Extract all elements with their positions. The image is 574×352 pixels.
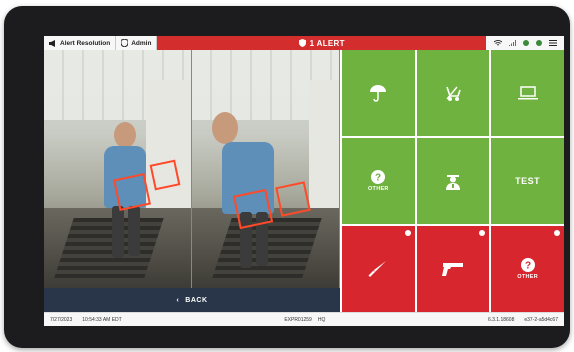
question-icon: ? bbox=[371, 170, 386, 184]
status-version: 6.3.1.18608 bbox=[487, 316, 515, 323]
status-time: 10:54:33 AM EDT bbox=[82, 316, 122, 323]
tile-other-red[interactable]: ? OTHER bbox=[491, 226, 564, 312]
laptop-icon bbox=[517, 86, 538, 100]
flag-indicator bbox=[404, 230, 411, 236]
detection-box bbox=[149, 159, 181, 191]
camera-view-left[interactable] bbox=[44, 50, 192, 288]
tab-admin[interactable]: Admin bbox=[116, 36, 158, 50]
person-head bbox=[114, 122, 136, 148]
chevron-left-icon: ‹ bbox=[176, 296, 180, 304]
stroller-icon bbox=[446, 86, 461, 101]
camera-view-right[interactable] bbox=[192, 50, 340, 288]
shield-icon bbox=[121, 39, 129, 47]
wifi-icon bbox=[493, 40, 502, 46]
tile-label: OTHER bbox=[367, 186, 389, 192]
status-build: e37-2-a5d4c67 bbox=[524, 316, 558, 323]
tablet-frame: Alert Resolution Admin 1 ALERT ‹ BACK ? … bbox=[4, 6, 570, 348]
classification-tiles: ? OTHER TEST ? OTHER bbox=[340, 50, 564, 312]
person-head bbox=[212, 112, 238, 144]
umbrella-icon bbox=[370, 85, 387, 102]
tile-stroller[interactable] bbox=[416, 50, 490, 136]
top-bar: Alert Resolution Admin 1 ALERT bbox=[44, 36, 564, 50]
tile-umbrella[interactable] bbox=[342, 50, 415, 136]
tab-admin-label: Admin bbox=[131, 39, 152, 47]
svg-text:?: ? bbox=[375, 173, 381, 184]
status-location: HQ bbox=[317, 316, 326, 323]
status-device: EXPR01259 bbox=[284, 316, 312, 323]
svg-text:?: ? bbox=[525, 261, 531, 272]
status-date: 7/27/2023 bbox=[50, 316, 73, 323]
menu-icon[interactable] bbox=[548, 40, 557, 46]
tile-gun[interactable] bbox=[416, 226, 490, 312]
megaphone-icon bbox=[49, 39, 55, 47]
shield-alert-icon bbox=[298, 39, 306, 47]
tile-label: OTHER bbox=[517, 274, 539, 280]
question-icon: ? bbox=[520, 258, 535, 272]
tab-alert-resolution-label: Alert Resolution bbox=[60, 39, 111, 47]
alert-banner[interactable]: 1 ALERT bbox=[157, 36, 486, 50]
knife-icon bbox=[368, 261, 387, 277]
tile-test-label: TEST bbox=[515, 176, 541, 186]
connection-status-icon bbox=[535, 40, 542, 46]
tile-test[interactable]: TEST bbox=[491, 138, 564, 224]
detection-box bbox=[232, 188, 274, 230]
tile-knife[interactable] bbox=[342, 226, 415, 312]
tab-alert-resolution[interactable]: Alert Resolution bbox=[44, 36, 117, 50]
detection-box bbox=[275, 181, 311, 217]
flag-indicator bbox=[553, 230, 560, 236]
back-button[interactable]: ‹ BACK bbox=[44, 288, 340, 312]
signal-icon bbox=[508, 40, 516, 46]
tile-laptop[interactable] bbox=[491, 50, 564, 136]
system-status bbox=[486, 36, 564, 50]
tile-other-green[interactable]: ? OTHER bbox=[342, 138, 415, 224]
screen: Alert Resolution Admin 1 ALERT ‹ BACK ? … bbox=[44, 36, 564, 326]
camera-feeds bbox=[44, 50, 340, 288]
detection-box bbox=[113, 173, 151, 211]
officer-icon bbox=[445, 175, 460, 190]
gun-icon bbox=[441, 263, 463, 276]
tile-officer[interactable] bbox=[416, 138, 490, 224]
alert-count-text: 1 ALERT bbox=[309, 38, 345, 48]
cloud-status-icon bbox=[522, 40, 529, 46]
back-label: BACK bbox=[185, 296, 208, 304]
status-bar: 7/27/2023 10:54:33 AM EDT EXPR01259 HQ 6… bbox=[44, 312, 564, 326]
flag-indicator bbox=[479, 230, 486, 236]
